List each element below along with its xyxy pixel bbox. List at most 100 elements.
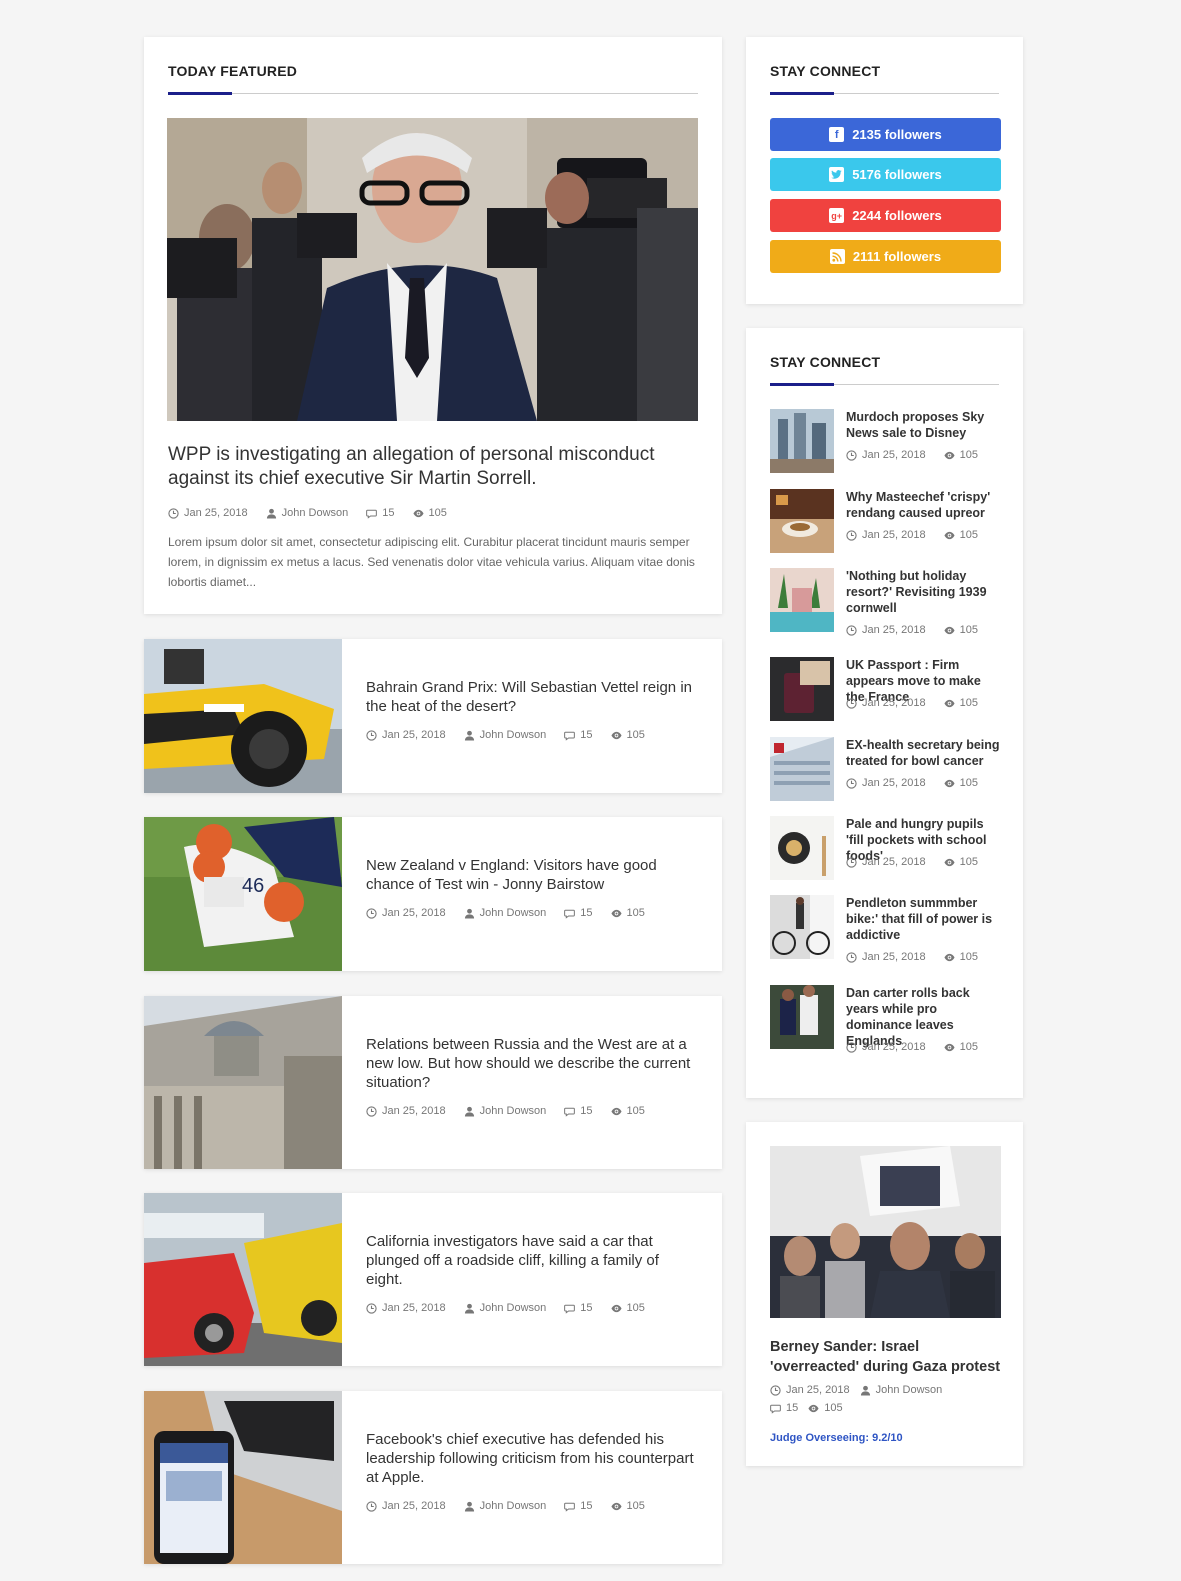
comments-count[interactable]: 15: [580, 907, 592, 919]
clock-icon: [846, 698, 857, 709]
views-count: 105: [959, 449, 978, 461]
clock-icon: [168, 508, 179, 519]
comments-count[interactable]: 15: [580, 1500, 592, 1512]
side-thumbnail[interactable]: [770, 409, 834, 473]
side-item-meta: Jan 25, 2018 105: [846, 697, 996, 709]
side-item-title[interactable]: Dan carter rolls back years while pro do…: [846, 985, 1001, 1049]
side-list-item[interactable]: Murdoch proposes Sky News sale to Disney…: [770, 409, 1001, 473]
author-meta[interactable]: John Dowson: [464, 1500, 547, 1512]
side-list-item[interactable]: 'Nothing but holiday resort?' Revisiting…: [770, 568, 1001, 636]
comment-icon: [564, 1303, 575, 1314]
clock-icon: [366, 1303, 377, 1314]
eye-icon: [611, 1303, 622, 1314]
author-meta[interactable]: John Dowson: [860, 1384, 943, 1396]
comments-count[interactable]: 15: [580, 1105, 592, 1117]
side-item-title[interactable]: Pendleton summmber bike:' that fill of p…: [846, 895, 1001, 943]
comments-count[interactable]: 15: [786, 1402, 798, 1414]
article-image[interactable]: [144, 996, 342, 1169]
section-divider: [770, 92, 999, 95]
twitter-follow-button[interactable]: 5176 followers: [770, 158, 1001, 191]
side-item-title[interactable]: 'Nothing but holiday resort?' Revisiting…: [846, 568, 1001, 616]
side-list-item[interactable]: Dan carter rolls back years while pro do…: [770, 985, 1001, 1053]
article-title[interactable]: California investigators have said a car…: [366, 1232, 698, 1289]
author-text[interactable]: John Dowson: [480, 907, 547, 919]
side-list-item[interactable]: Why Masteechef 'crispy' rendang caused u…: [770, 489, 1001, 553]
comments-meta[interactable]: 15: [366, 507, 395, 519]
article-title[interactable]: Facebook's chief executive has defended …: [366, 1430, 698, 1487]
article-image[interactable]: [144, 1391, 342, 1564]
side-thumbnail[interactable]: [770, 895, 834, 959]
views-count: 105: [626, 1500, 645, 1512]
facebook-follow-button[interactable]: f 2135 followers: [770, 118, 1001, 151]
side-thumbnail[interactable]: [770, 816, 834, 880]
comments-count[interactable]: 15: [580, 1302, 592, 1314]
date-meta: Jan 25, 2018: [846, 624, 926, 636]
author-meta[interactable]: John Dowson: [266, 507, 349, 519]
views-count: 105: [824, 1402, 843, 1414]
comments-meta[interactable]: 15: [770, 1402, 798, 1414]
side-list-item[interactable]: UK Passport : Firm appears move to make …: [770, 657, 1001, 721]
article-title[interactable]: Bahrain Grand Prix: Will Sebastian Vette…: [366, 678, 698, 716]
views-meta: 105: [944, 449, 978, 461]
author-text[interactable]: John Dowson: [480, 1302, 547, 1314]
views-count: 105: [959, 697, 978, 709]
side-item-meta: Jan 25, 2018 105: [846, 951, 996, 963]
side-item-title[interactable]: Murdoch proposes Sky News sale to Disney: [846, 409, 1001, 441]
author-meta[interactable]: John Dowson: [464, 907, 547, 919]
side-item-title[interactable]: Why Masteechef 'crispy' rendang caused u…: [846, 489, 1001, 521]
article-image[interactable]: [144, 639, 342, 793]
article-image[interactable]: 46: [144, 817, 342, 971]
author-text[interactable]: John Dowson: [876, 1384, 943, 1396]
date-text: Jan 25, 2018: [862, 697, 926, 709]
author-text[interactable]: John Dowson: [480, 1500, 547, 1512]
side-item-meta: Jan 25, 2018 105: [846, 1041, 996, 1053]
comments-meta[interactable]: 15: [564, 1105, 593, 1117]
user-icon: [266, 508, 277, 519]
comment-icon: [564, 1501, 575, 1512]
author-meta[interactable]: John Dowson: [464, 1105, 547, 1117]
eye-icon: [611, 1106, 622, 1117]
side-thumbnail[interactable]: [770, 568, 834, 632]
rss-follow-button[interactable]: 2111 followers: [770, 240, 1001, 273]
date-meta: Jan 25, 2018: [366, 729, 446, 741]
side-thumbnail[interactable]: [770, 489, 834, 553]
user-icon: [464, 1303, 475, 1314]
views-meta: 105: [611, 1500, 645, 1512]
user-icon: [464, 1501, 475, 1512]
author-meta[interactable]: John Dowson: [464, 729, 547, 741]
featured-image[interactable]: [167, 118, 698, 421]
article-image[interactable]: [144, 1193, 342, 1366]
article-title[interactable]: New Zealand v England: Visitors have goo…: [366, 856, 698, 894]
comments-count[interactable]: 15: [382, 507, 394, 519]
side-item-meta: Jan 25, 2018 105: [846, 624, 996, 636]
big-post-image[interactable]: [770, 1146, 1001, 1318]
author-text[interactable]: John Dowson: [282, 507, 349, 519]
side-list-item[interactable]: EX-health secretary being treated for bo…: [770, 737, 1001, 801]
author-text[interactable]: John Dowson: [480, 1105, 547, 1117]
article-title[interactable]: Relations between Russia and the West ar…: [366, 1035, 698, 1092]
comments-meta[interactable]: 15: [564, 907, 593, 919]
side-thumbnail[interactable]: [770, 985, 834, 1049]
comment-icon: [564, 908, 575, 919]
comments-count[interactable]: 15: [580, 729, 592, 741]
date-text: Jan 25, 2018: [862, 1041, 926, 1053]
side-thumbnail[interactable]: [770, 657, 834, 721]
author-meta[interactable]: John Dowson: [464, 1302, 547, 1314]
side-item-meta: Jan 25, 2018 105: [846, 777, 996, 789]
google-plus-icon: g+: [829, 208, 845, 223]
side-thumbnail[interactable]: [770, 737, 834, 801]
side-list-item[interactable]: Pale and hungry pupils 'fill pockets wit…: [770, 816, 1001, 880]
social-header: STAY CONNECT: [746, 63, 1023, 79]
social-card: STAY CONNECT f 2135 followers 5176 follo…: [746, 37, 1023, 304]
big-post-title[interactable]: Berney Sander: Israel 'overreacted' duri…: [770, 1337, 1003, 1377]
featured-title[interactable]: WPP is investigating an allegation of pe…: [168, 443, 674, 491]
comments-meta[interactable]: 15: [564, 1302, 593, 1314]
side-item-title[interactable]: EX-health secretary being treated for bo…: [846, 737, 1001, 769]
side-list-item[interactable]: Pendleton summmber bike:' that fill of p…: [770, 895, 1001, 963]
google-plus-follow-button[interactable]: g+ 2244 followers: [770, 199, 1001, 232]
comments-meta[interactable]: 15: [564, 729, 593, 741]
comments-meta[interactable]: 15: [564, 1500, 593, 1512]
views-meta: 105: [944, 624, 978, 636]
section-title: STAY CONNECT: [770, 354, 881, 370]
author-text[interactable]: John Dowson: [480, 729, 547, 741]
